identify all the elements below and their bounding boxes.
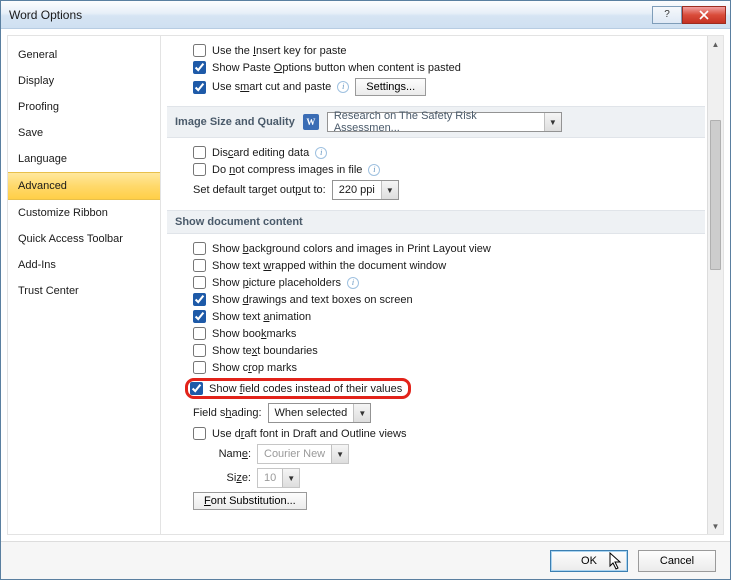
info-icon[interactable]: i [315, 147, 327, 159]
wrap-checkbox[interactable] [193, 259, 206, 272]
field-codes-label: Show field codes instead of their values [209, 383, 402, 395]
sidebar-item-quick-access-toolbar[interactable]: Quick Access Toolbar [8, 226, 160, 252]
bg-colors-label: Show background colors and images in Pri… [212, 243, 491, 255]
smart-cut-paste-checkbox[interactable] [193, 81, 206, 94]
wrap-label: Show text wrapped within the document wi… [212, 260, 446, 272]
paste-options-checkbox[interactable] [193, 61, 206, 74]
default-target-label: Set default target output to: [193, 184, 326, 196]
draft-font-label: Use draft font in Draft and Outline view… [212, 428, 406, 440]
titlebar: Word Options ? [1, 1, 730, 29]
field-codes-checkbox[interactable] [190, 382, 203, 395]
word-options-dialog: Word Options ? General Display Proofing … [0, 0, 731, 580]
sidebar-item-display[interactable]: Display [8, 68, 160, 94]
animation-checkbox[interactable] [193, 310, 206, 323]
close-icon [699, 10, 709, 20]
crop-checkbox[interactable] [193, 361, 206, 374]
insert-key-label: Use the Insert key for paste [212, 45, 347, 57]
boundaries-label: Show text boundaries [212, 345, 318, 357]
font-size-combo: 10 ▼ [257, 468, 300, 488]
crop-label: Show crop marks [212, 362, 297, 374]
info-icon[interactable]: i [337, 81, 349, 93]
font-substitution-button[interactable]: Font Substitution... [193, 492, 307, 510]
field-shading-label: Field shading: [193, 407, 262, 419]
sidebar-item-advanced[interactable]: Advanced [8, 172, 160, 200]
insert-key-checkbox[interactable] [193, 44, 206, 57]
word-doc-icon: W [303, 114, 319, 130]
sidebar-item-save[interactable]: Save [8, 120, 160, 146]
cancel-button[interactable]: Cancel [638, 550, 716, 572]
smart-cut-settings-button[interactable]: Settings... [355, 78, 426, 96]
field-codes-highlight: Show field codes instead of their values [185, 378, 411, 399]
font-name-label: Name: [211, 448, 251, 460]
dialog-footer: OK Cancel [1, 541, 730, 579]
content-pane: Use the Insert key for paste Show Paste … [161, 36, 707, 534]
close-button[interactable] [682, 6, 726, 24]
image-quality-doc-combo[interactable]: Research on The Safety Risk Assessmen...… [327, 112, 562, 132]
section-image-size: Image Size and Quality W Research on The… [167, 106, 705, 138]
scroll-thumb[interactable] [710, 120, 721, 270]
sidebar-item-proofing[interactable]: Proofing [8, 94, 160, 120]
sidebar: General Display Proofing Save Language A… [7, 35, 160, 535]
smart-cut-paste-label: Use smart cut and paste [212, 81, 331, 93]
default-target-combo[interactable]: 220 ppi ▼ [332, 180, 399, 200]
discard-editing-label: Discard editing data [212, 147, 309, 159]
sidebar-item-add-ins[interactable]: Add-Ins [8, 252, 160, 278]
window-title: Word Options [9, 8, 652, 22]
chevron-down-icon: ▼ [282, 469, 299, 487]
field-shading-combo[interactable]: When selected ▼ [268, 403, 372, 423]
help-button[interactable]: ? [652, 6, 682, 24]
font-size-label: Size: [211, 472, 251, 484]
ok-button[interactable]: OK [550, 550, 628, 572]
boundaries-checkbox[interactable] [193, 344, 206, 357]
info-icon[interactable]: i [368, 164, 380, 176]
sidebar-item-general[interactable]: General [8, 42, 160, 68]
info-icon[interactable]: i [347, 277, 359, 289]
sidebar-item-customize-ribbon[interactable]: Customize Ribbon [8, 200, 160, 226]
chevron-down-icon: ▼ [544, 113, 561, 131]
chevron-down-icon: ▼ [353, 404, 370, 422]
no-compress-label: Do not compress images in file [212, 164, 362, 176]
bookmarks-label: Show bookmarks [212, 328, 296, 340]
bookmarks-checkbox[interactable] [193, 327, 206, 340]
scroll-down-icon[interactable]: ▼ [708, 518, 723, 534]
placeholders-checkbox[interactable] [193, 276, 206, 289]
drawings-checkbox[interactable] [193, 293, 206, 306]
draft-font-checkbox[interactable] [193, 427, 206, 440]
vertical-scrollbar[interactable]: ▲ ▼ [707, 36, 723, 534]
chevron-down-icon: ▼ [381, 181, 398, 199]
drawings-label: Show drawings and text boxes on screen [212, 294, 413, 306]
scroll-up-icon[interactable]: ▲ [708, 36, 723, 52]
discard-editing-checkbox[interactable] [193, 146, 206, 159]
no-compress-checkbox[interactable] [193, 163, 206, 176]
font-name-combo: Courier New ▼ [257, 444, 349, 464]
section-show-doc: Show document content [167, 210, 705, 234]
placeholders-label: Show picture placeholders [212, 277, 341, 289]
chevron-down-icon: ▼ [331, 445, 348, 463]
sidebar-item-language[interactable]: Language [8, 146, 160, 172]
animation-label: Show text animation [212, 311, 311, 323]
bg-colors-checkbox[interactable] [193, 242, 206, 255]
sidebar-item-trust-center[interactable]: Trust Center [8, 278, 160, 304]
scroll-track[interactable] [708, 52, 723, 518]
paste-options-label: Show Paste Options button when content i… [212, 62, 461, 74]
